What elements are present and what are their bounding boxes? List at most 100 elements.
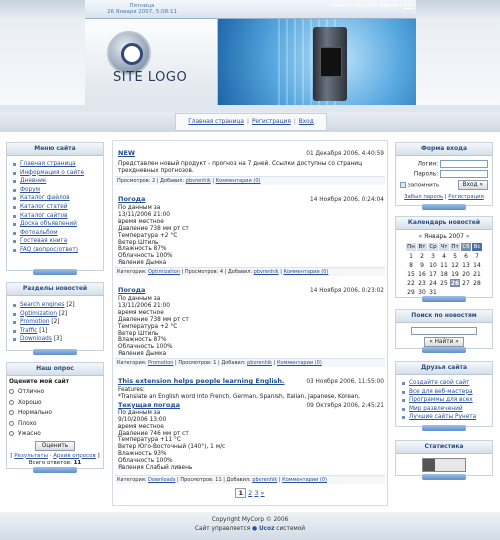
block-bottom-decor — [422, 204, 466, 210]
site-menu-link[interactable]: Каталог сайтов — [20, 213, 68, 219]
rss-link[interactable]: RSS — [403, 3, 414, 9]
footer-powered: Сайт управляется ● Ucoz системой — [0, 525, 500, 534]
friend-link[interactable]: Программы для всех — [409, 397, 473, 403]
poll-archive-link[interactable]: Архив опросов — [53, 453, 96, 459]
weekday: Вс — [471, 242, 483, 252]
meta-category-link[interactable]: Promotion — [148, 360, 173, 366]
login-input[interactable] — [440, 160, 488, 168]
news-line: 13/11/2006 21:00 — [118, 302, 170, 309]
site-menu-link[interactable]: Главная страница — [20, 161, 76, 167]
register-link[interactable]: Регистрация — [448, 194, 484, 200]
site-menu-link[interactable]: Дневник — [20, 178, 46, 184]
poll-results-link[interactable]: Результаты — [14, 453, 48, 459]
meta-category-link[interactable]: Optimization — [148, 269, 180, 275]
poll-option-label: Нормально — [18, 410, 52, 416]
news-title[interactable]: Погода — [118, 286, 145, 294]
site-menu-link[interactable]: Доска объявлений — [20, 221, 77, 227]
news-title[interactable]: This extension helps people learning Eng… — [118, 377, 285, 385]
news-line: Температура +2 °C — [118, 323, 178, 330]
radio-button[interactable] — [9, 410, 14, 415]
news-title[interactable]: Погода — [118, 195, 145, 203]
news-line: время местное — [118, 309, 164, 316]
poll-option[interactable]: Отлично — [9, 387, 101, 398]
poll-option[interactable]: Нормально — [9, 408, 101, 419]
calendar-prev[interactable]: « — [418, 233, 422, 240]
radio-button[interactable] — [9, 389, 14, 394]
site-menu-link[interactable]: Фотоальбом — [20, 230, 58, 236]
menu-login[interactable]: Вход — [299, 119, 314, 125]
news-section-link[interactable]: Optimization — [20, 311, 57, 317]
meta-author-link[interactable]: pbvrenhik — [186, 178, 211, 184]
calendar-day: 15 — [405, 269, 417, 279]
calendar-day: 28 — [471, 278, 483, 288]
meta-author-link[interactable]: pbvrenhik — [254, 269, 279, 275]
site-menu-item: Гостевая книга — [13, 237, 97, 246]
footer-brand[interactable]: Ucoz — [259, 526, 275, 532]
poll-option[interactable]: Хорошо — [9, 398, 101, 409]
meta-comments-link[interactable]: Комментарии (0) — [282, 477, 327, 483]
meta-comments-link[interactable]: Комментарии (0) — [216, 178, 261, 184]
news-subtitle[interactable]: Текущая погода — [118, 401, 180, 409]
site-menu-link[interactable]: Информация о сайте — [20, 170, 84, 176]
search-button[interactable]: « Найти » — [424, 337, 464, 347]
friend-link[interactable]: Все для веб-мастера — [409, 389, 473, 395]
footer: Copyright MyCorp © 2006 Сайт управляется… — [0, 512, 500, 540]
meta-comments-link[interactable]: Комментарии (0) — [277, 360, 322, 366]
friend-item: Лучшие сайты Рунета — [402, 413, 486, 422]
login-submit-button[interactable]: Вход » — [457, 180, 488, 190]
poll-option[interactable]: Плохо — [9, 419, 101, 430]
remember-checkbox[interactable] — [400, 181, 406, 188]
news-section-link[interactable]: Downloads — [20, 336, 52, 342]
meta-comments-link[interactable]: Комментарии (0) — [284, 269, 329, 275]
friend-link[interactable]: Лучшие сайты Рунета — [409, 414, 476, 420]
meta-author-link[interactable]: pbvrenhik — [247, 360, 272, 366]
page-link[interactable]: 3 — [254, 489, 258, 497]
news-section-link[interactable]: Promotion — [20, 319, 50, 325]
site-menu-item: Каталог сайтов — [13, 212, 97, 221]
calendar-next[interactable]: » — [466, 233, 470, 240]
site-menu-link[interactable]: Каталог статей — [20, 204, 68, 210]
radio-button[interactable] — [9, 431, 14, 436]
stats-counter[interactable] — [422, 458, 466, 472]
radio-button[interactable] — [9, 420, 14, 426]
menu-sep: | — [246, 119, 249, 125]
poll-option[interactable]: Ужасно — [9, 429, 101, 440]
news-line: 13/11/2006 21:00 — [118, 211, 170, 218]
site-menu-link[interactable]: Гостевая книга — [20, 238, 67, 244]
news-line: Влажность 93% — [118, 451, 167, 458]
radio-button[interactable] — [9, 399, 14, 405]
page-link[interactable]: 2 — [248, 489, 252, 497]
calendar-day: 20 — [460, 269, 472, 279]
page-next[interactable]: » — [261, 489, 265, 497]
block-bottom-decor — [422, 296, 466, 302]
menu-register[interactable]: Регистрация — [252, 119, 291, 125]
password-input[interactable] — [440, 170, 488, 178]
search-input[interactable] — [411, 327, 477, 335]
poll-vote-button[interactable]: Оценить — [35, 440, 75, 451]
calendar-day: 24 — [427, 278, 439, 288]
news-title[interactable]: NEW — [118, 149, 135, 157]
calendar-day: 21 — [471, 269, 483, 279]
meta-category-link[interactable]: Downloads — [148, 477, 175, 483]
site-menu-link[interactable]: FAQ (вопрос/ответ) — [20, 247, 78, 253]
menu-home[interactable]: Главная страница — [188, 119, 244, 125]
welcome-text: Приветствую Вас Гость | RSS — [329, 3, 414, 9]
calendar-day: 17 — [427, 269, 439, 279]
calendar-day: 19 — [449, 269, 461, 279]
site-menu-item: Форум — [13, 186, 97, 195]
friend-link[interactable]: Создайте свой сайт — [409, 380, 469, 386]
meta-author-link[interactable]: pbvrenhik — [252, 477, 277, 483]
logo-area[interactable]: SITE LOGO — [85, 19, 218, 105]
meta-category-label: Категория: — [117, 477, 147, 483]
forgot-password-link[interactable]: Забыл пароль — [404, 194, 443, 200]
poll-option-label: Отлично — [18, 389, 45, 395]
header-hero-image — [218, 19, 416, 105]
news-section-link[interactable]: Search engines — [20, 302, 65, 308]
news-line: По данным за — [118, 205, 161, 211]
friend-link[interactable]: Мир развлечений — [409, 406, 463, 412]
calendar-day: 13 — [460, 260, 472, 270]
site-menu-link[interactable]: Каталог файлов — [20, 195, 70, 201]
site-menu-link[interactable]: Форум — [20, 187, 40, 193]
news-body-2: По данным за 9/10/2006 13:00 время местн… — [118, 410, 384, 472]
news-section-link[interactable]: Traffic — [20, 328, 37, 334]
